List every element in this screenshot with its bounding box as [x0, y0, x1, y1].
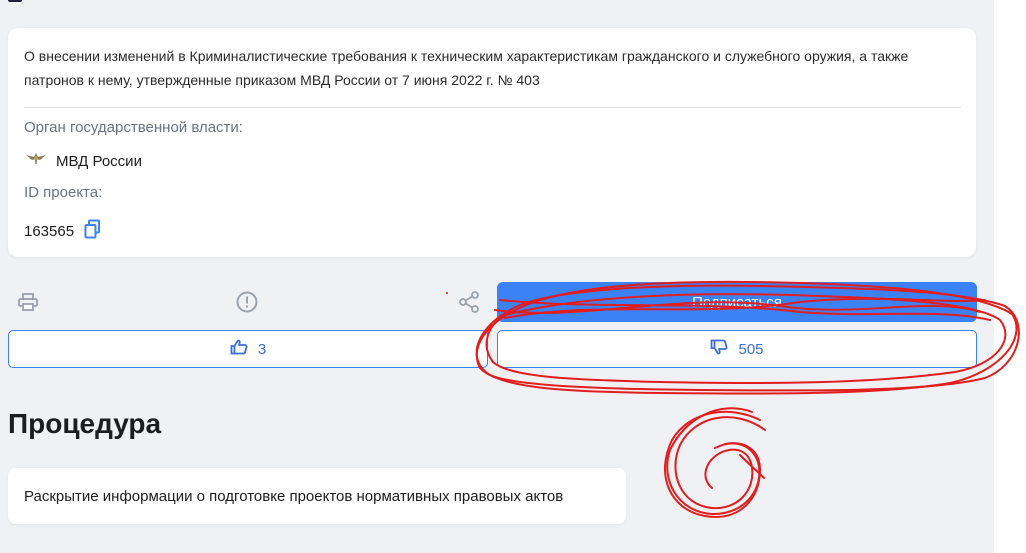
likes-count: 3 [257, 340, 267, 358]
subscribe-button[interactable]: Подписаться [497, 282, 977, 322]
copy-icon[interactable] [84, 219, 102, 244]
project-id-value: 163565 [24, 223, 75, 240]
scribble-tail [739, 454, 765, 479]
dislikes-count: 505 [738, 340, 764, 358]
procedure-description: Раскрытие информации о подготовке проект… [24, 487, 564, 505]
procedure-heading: Процедура [8, 408, 162, 439]
project-title: О внесении изменений в Криминалистически… [24, 48, 909, 88]
like-button[interactable]: 3 [8, 330, 488, 368]
print-icon[interactable] [14, 288, 42, 316]
share-icon[interactable] [455, 288, 483, 316]
exclamation-circle-icon[interactable] [233, 288, 261, 316]
thumbs-up-icon [230, 339, 248, 359]
annotation-dot [446, 292, 448, 294]
mvd-emblem-icon [24, 149, 48, 174]
project-id-row: 163565 [24, 219, 102, 244]
right-page-margin [994, 0, 1026, 553]
procedure-card: Раскрытие информации о подготовке проект… [8, 468, 626, 524]
scribble-circle-2 [666, 407, 761, 516]
authority-row: МВД России [24, 149, 142, 174]
card-divider [24, 107, 961, 108]
authority-name: МВД России [56, 153, 142, 170]
page-heading-fragment [8, 0, 22, 2]
dislike-button[interactable]: 505 [497, 330, 977, 368]
project-info-card: О внесении изменений в Криминалистически… [8, 28, 976, 257]
scribble-circle-3 [674, 416, 766, 510]
scribble-circle-1 [663, 410, 761, 518]
authority-label: Орган государственной власти: [24, 119, 243, 136]
project-id-label: ID проекта: [24, 184, 103, 201]
thumbs-down-icon [710, 339, 728, 359]
